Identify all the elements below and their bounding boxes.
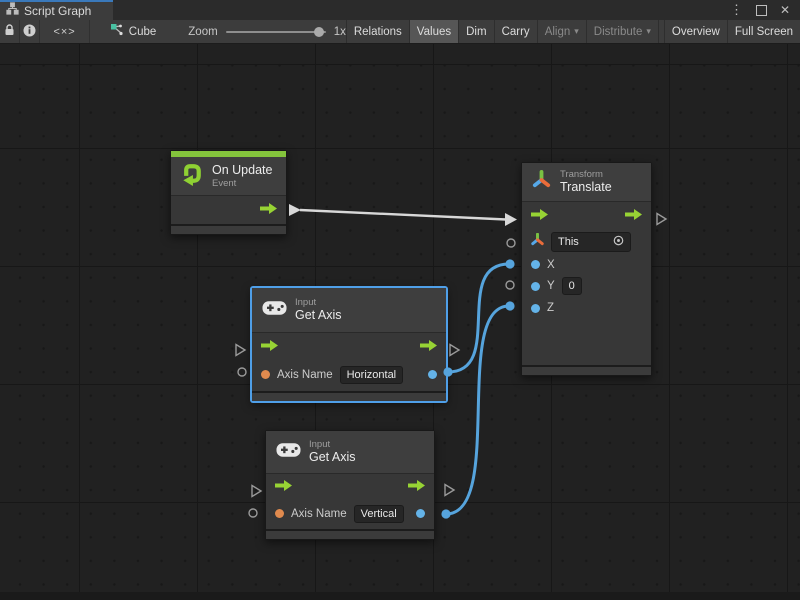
ext-port-v-axis-in	[249, 509, 257, 517]
values-button[interactable]: Values	[410, 20, 459, 43]
flow-input-port[interactable]	[275, 478, 292, 496]
graph-name-label: Cube	[129, 26, 157, 38]
node-title: Get Axis	[309, 450, 356, 465]
port-label-y: Y	[547, 280, 555, 292]
window-bottom-edge	[0, 592, 800, 600]
window-menu-icon[interactable]: ⋮	[730, 2, 743, 18]
window-titlebar: Script Graph ⋮ ✕	[0, 0, 800, 20]
zoom-slider-handle[interactable]	[314, 27, 324, 37]
node-footer	[171, 224, 286, 234]
ext-port-y	[506, 281, 514, 289]
carry-button[interactable]: Carry	[495, 20, 538, 43]
graph-icon	[110, 23, 124, 40]
code-preview-toggle[interactable]: <×>	[40, 20, 89, 43]
ext-port-v-flow-out	[445, 485, 454, 496]
flow-input-port[interactable]	[531, 207, 548, 225]
graph-toolbar: <×> Cube Zoom 1x Relations Values Dim Ca…	[0, 20, 800, 44]
port-label-x: X	[547, 259, 555, 271]
ext-port-h-flow-in	[236, 345, 245, 356]
node-subtitle: Event	[212, 178, 272, 189]
value-output-port[interactable]	[428, 370, 437, 379]
axis-name-label: Axis Name	[277, 369, 333, 381]
node-subtitle: Transform	[560, 169, 612, 180]
tab-title: Script Graph	[24, 4, 91, 18]
zoom-slider[interactable]	[226, 31, 326, 33]
flow-input-port[interactable]	[261, 338, 278, 356]
target-port-transform-icon[interactable]	[531, 233, 544, 251]
window-maximize-icon[interactable]	[756, 5, 767, 16]
node-title: Translate	[560, 180, 612, 195]
wire-value-vertical-to-z	[441, 301, 514, 518]
zoom-label: Zoom	[188, 26, 217, 38]
gamepad-icon	[276, 442, 301, 463]
distribute-dropdown[interactable]: Distribute ▾	[587, 20, 659, 43]
graph-canvas[interactable]: On Update Event	[0, 44, 800, 600]
lock-button[interactable]	[0, 20, 20, 43]
dim-button[interactable]: Dim	[459, 20, 494, 43]
fullscreen-button[interactable]: Full Screen	[728, 20, 800, 43]
flow-output-port[interactable]	[625, 207, 642, 225]
window-close-icon[interactable]: ✕	[780, 3, 790, 17]
axis-name-field[interactable]: Horizontal	[340, 366, 404, 384]
node-subtitle: Input	[309, 439, 356, 450]
align-dropdown[interactable]: Align ▾	[538, 20, 587, 43]
graph-reference[interactable]: Cube	[110, 20, 157, 43]
ext-port-h-flow-out	[450, 345, 459, 356]
node-translate[interactable]: Transform Translate	[521, 162, 652, 376]
node-get-axis-vertical[interactable]: Input Get Axis Axis Name Vertical	[265, 430, 435, 540]
flow-output-port[interactable]	[260, 201, 277, 219]
tab-script-graph[interactable]: Script Graph	[0, 0, 113, 20]
info-icon	[23, 24, 36, 40]
value-input-port-y[interactable]	[531, 282, 540, 291]
node-footer	[522, 365, 651, 375]
transform-axes-icon	[531, 169, 552, 195]
wire-value-horizontal-to-x	[443, 259, 514, 376]
script-graph-icon	[6, 2, 19, 20]
ext-port-translate-flow-out	[657, 214, 666, 225]
node-on-update[interactable]: On Update Event	[170, 150, 287, 235]
chevron-down-icon: ▾	[646, 26, 651, 37]
node-subtitle: Input	[295, 297, 342, 308]
lock-icon	[4, 24, 15, 39]
loop-event-icon	[179, 161, 204, 191]
node-footer	[266, 529, 434, 539]
object-picker-icon[interactable]	[613, 235, 624, 249]
chevron-down-icon: ▾	[574, 26, 579, 37]
info-button[interactable]	[20, 20, 40, 43]
flow-output-port[interactable]	[420, 338, 437, 356]
node-title: On Update	[212, 163, 272, 178]
value-input-port-x[interactable]	[531, 260, 540, 269]
port-label-z: Z	[547, 302, 554, 314]
zoom-value: 1x	[334, 26, 346, 38]
ext-port-h-axis-in	[238, 368, 246, 376]
node-footer	[252, 391, 446, 401]
value-input-port-axis-name[interactable]	[261, 370, 270, 379]
target-object-field[interactable]: This	[551, 232, 631, 252]
value-input-port-axis-name[interactable]	[275, 509, 284, 518]
ext-port-this	[507, 239, 515, 247]
value-output-port[interactable]	[416, 509, 425, 518]
zoom-control: Zoom 1x	[188, 20, 346, 43]
node-get-axis-horizontal[interactable]: Input Get Axis Axis Name Horizontal	[251, 287, 447, 402]
y-value-field[interactable]: 0	[562, 277, 582, 295]
wire-flow-on-update-to-translate	[289, 204, 517, 226]
gamepad-icon	[262, 300, 287, 321]
flow-output-port[interactable]	[408, 478, 425, 496]
axis-name-label: Axis Name	[291, 508, 347, 520]
overview-button[interactable]: Overview	[664, 20, 728, 43]
value-input-port-z[interactable]	[531, 304, 540, 313]
node-title: Get Axis	[295, 308, 342, 323]
relations-button[interactable]: Relations	[346, 20, 410, 43]
axis-name-field[interactable]: Vertical	[354, 505, 404, 523]
ext-port-v-flow-in	[252, 486, 261, 497]
